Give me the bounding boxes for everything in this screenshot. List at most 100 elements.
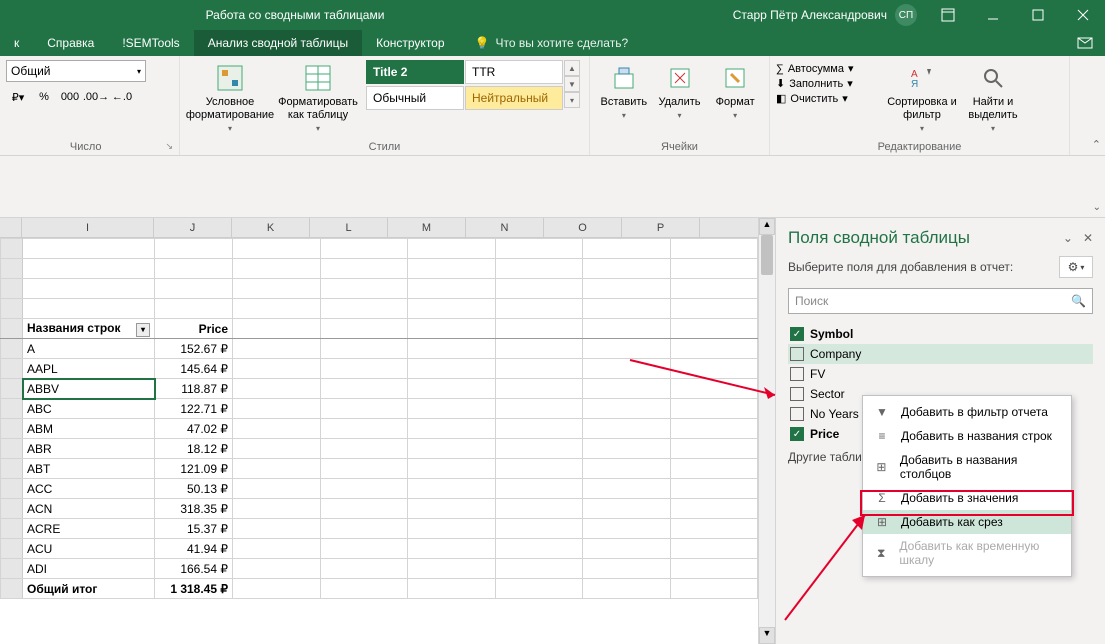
- field-item-symbol[interactable]: ✓ Symbol: [788, 324, 1093, 344]
- pivot-row-label[interactable]: ACN: [23, 499, 155, 519]
- ribbon-display-options-button[interactable]: [925, 0, 970, 30]
- ctx-icon: ≡: [873, 429, 891, 443]
- pivot-row-label[interactable]: ABM: [23, 419, 155, 439]
- style-title2[interactable]: Title 2: [366, 60, 464, 84]
- pivot-row-label[interactable]: ABT: [23, 459, 155, 479]
- pivot-row-label[interactable]: ABC: [23, 399, 155, 419]
- filter-dropdown-icon[interactable]: ▾: [136, 323, 150, 337]
- field-label: Price: [810, 427, 839, 441]
- pivot-row-label[interactable]: ACU: [23, 539, 155, 559]
- gallery-scroll[interactable]: ▲▼▾: [564, 60, 580, 108]
- style-neutral[interactable]: Нейтральный: [465, 86, 563, 110]
- accounting-format-button[interactable]: ₽▾: [6, 86, 30, 108]
- collapse-ribbon-icon[interactable]: ⌃: [1092, 138, 1101, 151]
- sort-filter-icon: АЯ: [906, 62, 938, 94]
- checkbox-icon[interactable]: ✓: [790, 427, 804, 441]
- tell-me-search[interactable]: 💡 Что вы хотите сделать?: [459, 36, 629, 50]
- pivot-price-header: Price: [155, 319, 233, 339]
- comma-format-button[interactable]: 000: [58, 86, 82, 108]
- ctx-icon: ⊞: [873, 515, 891, 529]
- scroll-thumb[interactable]: [761, 235, 773, 275]
- col-header-k[interactable]: K: [232, 218, 310, 237]
- ctx-item[interactable]: ▼ Добавить в фильтр отчета: [863, 400, 1071, 424]
- vertical-scrollbar[interactable]: ▲ ▼: [758, 218, 775, 644]
- user-account[interactable]: Старр Пётр Александрович СП: [733, 4, 925, 26]
- sort-filter-button[interactable]: АЯ Сортировка и фильтр▾: [886, 60, 958, 134]
- percent-format-button[interactable]: %: [32, 86, 56, 108]
- pivot-row-label[interactable]: ACRE: [23, 519, 155, 539]
- ctx-item[interactable]: ⊞ Добавить как срез: [863, 510, 1071, 534]
- format-cells-button[interactable]: Формат▾: [707, 60, 763, 121]
- checkbox-icon[interactable]: [790, 347, 804, 361]
- checkbox-icon[interactable]: [790, 407, 804, 421]
- field-item-fv[interactable]: FV: [788, 364, 1093, 384]
- tab-help[interactable]: Справка: [33, 30, 108, 56]
- fill-button[interactable]: ⬇Заполнить ▾: [776, 77, 886, 90]
- pivot-row-labels-header[interactable]: Названия строк▾: [23, 319, 155, 339]
- pivot-row-label[interactable]: ABBV: [23, 379, 155, 399]
- pane-dropdown-icon[interactable]: ⌄: [1063, 231, 1073, 245]
- tab-semtools[interactable]: !SEMTools: [108, 30, 193, 56]
- conditional-formatting-button[interactable]: Условное форматирование▾: [186, 60, 274, 134]
- style-normal[interactable]: Обычный: [366, 86, 464, 110]
- insert-cells-button[interactable]: Вставить▾: [596, 60, 652, 121]
- checkbox-icon[interactable]: [790, 367, 804, 381]
- pivot-grand-total-value: 1 318.45 ₽: [155, 579, 233, 599]
- autosum-button[interactable]: ∑Автосумма ▾: [776, 62, 886, 75]
- cell-styles-gallery[interactable]: Title 2 TTR Обычный Нейтральный: [366, 60, 563, 110]
- format-as-table-button[interactable]: Форматировать как таблицу▾: [274, 60, 362, 134]
- pivot-row-value: 166.54 ₽: [155, 559, 233, 579]
- user-avatar: СП: [895, 4, 917, 26]
- ribbon-tabs: к Справка !SEMTools Анализ сводной табли…: [0, 30, 1105, 56]
- title-bar: Работа со сводными таблицами Старр Пётр …: [0, 0, 1105, 30]
- ctx-label: Добавить как срез: [901, 515, 1003, 529]
- pane-layout-button[interactable]: ⚙▾: [1059, 256, 1093, 278]
- tab-pivot-analyze[interactable]: Анализ сводной таблицы: [194, 30, 362, 56]
- col-header-n[interactable]: N: [466, 218, 544, 237]
- pivot-row-label[interactable]: ACC: [23, 479, 155, 499]
- worksheet[interactable]: I J K L M N O P Названия строк▾ Price A …: [0, 218, 758, 644]
- col-header-o[interactable]: O: [544, 218, 622, 237]
- checkbox-icon[interactable]: [790, 387, 804, 401]
- decrease-decimal-button[interactable]: ←.0: [110, 86, 134, 108]
- maximize-button[interactable]: [1015, 0, 1060, 30]
- share-button[interactable]: [1065, 35, 1105, 52]
- tab-k[interactable]: к: [0, 30, 33, 56]
- delete-cells-button[interactable]: Удалить▾: [652, 60, 708, 121]
- increase-decimal-button[interactable]: .00→: [84, 86, 108, 108]
- pivot-row-label[interactable]: ADI: [23, 559, 155, 579]
- col-header-m[interactable]: M: [388, 218, 466, 237]
- formula-bar-area: ⌄: [0, 156, 1105, 218]
- style-ttr[interactable]: TTR: [465, 60, 563, 84]
- pane-title: Поля сводной таблицы: [788, 228, 970, 248]
- ctx-item[interactable]: ⊞ Добавить в названия столбцов: [863, 448, 1071, 486]
- scroll-up-button[interactable]: ▲: [759, 218, 775, 235]
- number-launcher-icon[interactable]: ↘: [165, 141, 173, 152]
- pivot-row-label[interactable]: ABR: [23, 439, 155, 459]
- ctx-label: Добавить как временную шкалу: [899, 539, 1061, 567]
- ctx-item[interactable]: Σ Добавить в значения: [863, 486, 1071, 510]
- grid[interactable]: Названия строк▾ Price A 152.67 ₽ AAPL 14…: [0, 238, 758, 644]
- pivot-row-value: 122.71 ₽: [155, 399, 233, 419]
- column-headers: I J K L M N O P: [0, 218, 758, 238]
- col-header-i[interactable]: I: [22, 218, 154, 237]
- col-header-l[interactable]: L: [310, 218, 388, 237]
- ctx-item[interactable]: ≡ Добавить в названия строк: [863, 424, 1071, 448]
- clear-button[interactable]: ◧Очистить ▾: [776, 92, 886, 105]
- col-header-p[interactable]: P: [622, 218, 700, 237]
- expand-formula-bar-icon[interactable]: ⌄: [1093, 202, 1101, 213]
- pane-close-icon[interactable]: ✕: [1083, 231, 1093, 245]
- pivot-row-label[interactable]: AAPL: [23, 359, 155, 379]
- checkbox-icon[interactable]: ✓: [790, 327, 804, 341]
- scroll-down-button[interactable]: ▼: [759, 627, 775, 644]
- pivot-row-label[interactable]: A: [23, 339, 155, 359]
- field-search-input[interactable]: Поиск 🔍: [788, 288, 1093, 314]
- col-header-j[interactable]: J: [154, 218, 232, 237]
- tab-design[interactable]: Конструктор: [362, 30, 458, 56]
- number-format-combo[interactable]: Общий▾: [6, 60, 146, 82]
- pivot-row-value: 15.37 ₽: [155, 519, 233, 539]
- find-select-button[interactable]: Найти и выделить▾: [958, 60, 1028, 134]
- minimize-button[interactable]: [970, 0, 1015, 30]
- close-button[interactable]: [1060, 0, 1105, 30]
- field-item-company[interactable]: Company: [788, 344, 1093, 364]
